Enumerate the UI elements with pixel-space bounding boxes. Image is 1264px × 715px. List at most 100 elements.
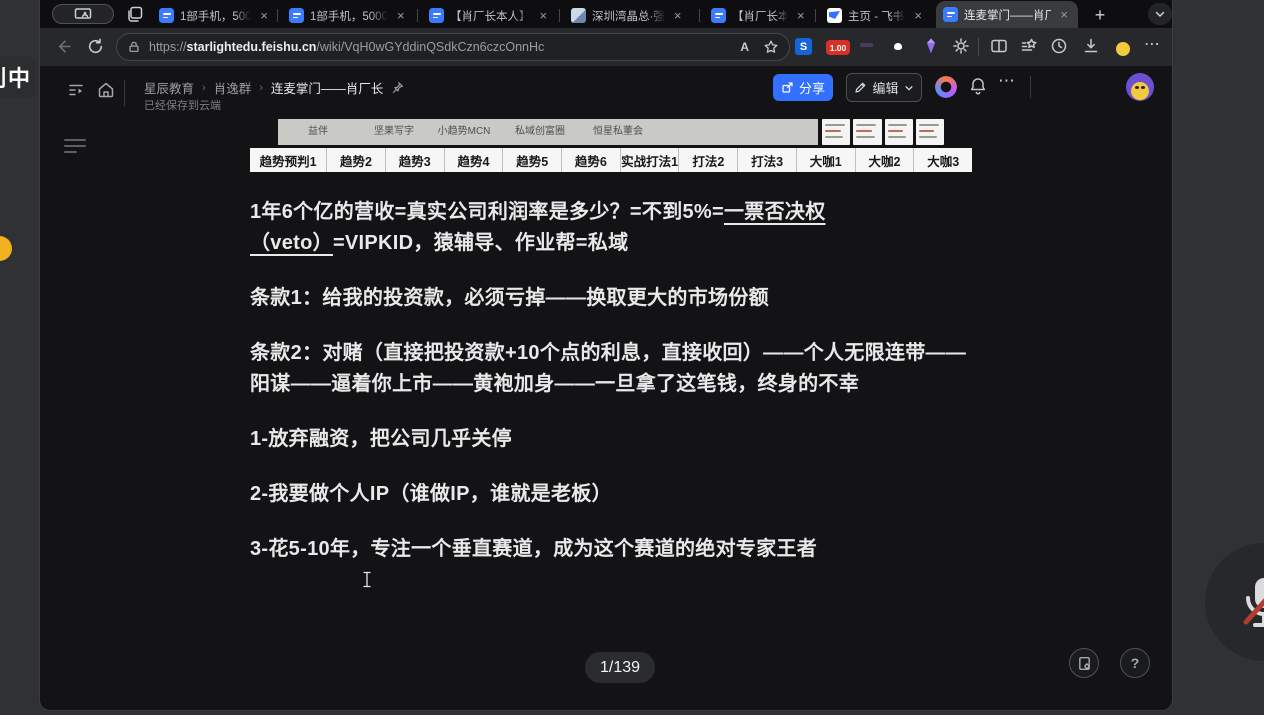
strip-label: 私域创富圈	[515, 122, 565, 137]
doc-tab-cell[interactable]: 大咖2	[856, 148, 915, 172]
favorite-star-icon[interactable]	[763, 39, 779, 55]
tab-close-button[interactable]: ×	[671, 8, 685, 23]
browser-tab-1[interactable]: 1部手机，5000 ×	[152, 3, 278, 28]
tab-title: 1部手机，5000	[310, 8, 388, 24]
share-button[interactable]: 分享	[773, 74, 833, 101]
recording-status-label: 刂中	[0, 61, 31, 93]
pin-icon[interactable]	[391, 81, 404, 94]
workspaces-button[interactable]	[126, 5, 144, 23]
chevron-down-icon	[904, 83, 914, 93]
floating-dot-overlay[interactable]	[0, 236, 12, 261]
document-canvas[interactable]: 益伴 坚果写字 小趋势MCN 私域创富圈 恒星私董会 趋势预判1 趋势2 趋势3…	[250, 119, 972, 589]
read-aloud-button[interactable]: A	[740, 40, 749, 54]
doc-tab-cell[interactable]: 趋势3	[386, 148, 445, 172]
toolbar-divider	[978, 38, 979, 56]
doc-tab-cell[interactable]: 趋势5	[503, 148, 562, 172]
paragraph-1[interactable]: 1年6个亿的营收=真实公司利润率是多少？=不到5%=一票否决权（veto）=VI…	[250, 197, 972, 259]
help-button[interactable]: ?	[1120, 648, 1150, 678]
doc-tab-cell[interactable]: 趋势6	[562, 148, 621, 172]
browser-menu-button[interactable]: ⋯	[1144, 34, 1160, 54]
extensions-menu-button[interactable]	[952, 37, 970, 55]
gradient-ring-icon[interactable]	[935, 76, 957, 98]
breadcrumb-folder[interactable]: 肖逸群	[214, 78, 252, 97]
tab-close-button[interactable]: ×	[794, 8, 808, 23]
page-settings-button[interactable]	[1069, 648, 1099, 678]
image-favicon	[571, 8, 586, 23]
doc-tab-cell[interactable]: 大咖3	[914, 148, 972, 172]
lock-icon	[127, 40, 141, 54]
split-screen-icon	[990, 37, 1008, 55]
doc-tab-cell[interactable]: 打法2	[679, 148, 738, 172]
strip-label: 小趋势MCN	[438, 122, 491, 137]
doc-tab-cell[interactable]: 大咖1	[797, 148, 856, 172]
tab-close-button[interactable]: ×	[1057, 7, 1071, 22]
document-outline-button[interactable]	[64, 139, 88, 153]
paragraph-5[interactable]: 2-我要做个人IP（谁做IP，谁就是老板）	[250, 479, 972, 510]
thumbnail-image[interactable]	[853, 119, 881, 145]
tab-search-dropdown[interactable]	[1148, 3, 1172, 25]
document-body[interactable]: 1年6个亿的营收=真实公司利润率是多少？=不到5%=一票否决权（veto）=VI…	[250, 197, 972, 565]
extension-gem[interactable]	[922, 37, 940, 60]
doc-tab-cell[interactable]: 趋势预判1	[250, 148, 327, 172]
price-badge-icon: 1.00	[826, 40, 850, 55]
browser-tab-2[interactable]: 1部手机，5000 ×	[282, 3, 418, 28]
history-clock-icon	[1050, 37, 1068, 55]
pencil-icon	[854, 81, 867, 94]
url-path: /wiki/VqH0wGYddinQSdkCzn6czcOnnHc	[316, 40, 544, 54]
back-button[interactable]	[54, 37, 73, 56]
thumbnail-image[interactable]	[885, 119, 913, 145]
split-screen-button[interactable]	[990, 37, 1008, 55]
microphone-muted-overlay[interactable]	[1205, 543, 1264, 661]
history-button[interactable]	[1050, 37, 1068, 55]
browser-tab-3[interactable]: 【肖厂长本人】 ×	[422, 3, 560, 28]
paragraph-6[interactable]: 3-花5-10年，专注一个垂直赛道，成为这个赛道的绝对专家王者	[250, 534, 972, 565]
document-tab-row: 趋势预判1 趋势2 趋势3 趋势4 趋势5 趋势6 实战打法1 打法2 打法3 …	[250, 148, 972, 172]
address-bar[interactable]: https://starlightedu.feishu.cn/wiki/VqH0…	[116, 33, 790, 61]
paragraph-2[interactable]: 条款1：给我的投资款，必须亏掉——换取更大的市场份额	[250, 283, 972, 314]
thumbnail-image[interactable]	[822, 119, 850, 145]
downloads-button[interactable]	[1082, 37, 1100, 55]
screen: 刂中 1部手机，5000 × 1部手机，5000 ×	[0, 0, 1264, 715]
paragraph-4[interactable]: 1-放弃融资，把公司几乎关停	[250, 424, 972, 455]
browser-tab-active[interactable]: 连麦掌门——肖厂 ×	[936, 1, 1078, 28]
browser-tab-5[interactable]: 【肖厂长本人】 ×	[704, 3, 816, 28]
embedded-image-row[interactable]: 益伴 坚果写字 小趋势MCN 私域创富圈 恒星私董会	[250, 119, 972, 146]
toggle-sidebar-button[interactable]	[66, 80, 86, 100]
tab-strip: 1部手机，5000 × 1部手机，5000 × 【肖厂长本人】 × 深圳湾晶总·…	[40, 0, 1172, 28]
screen-share-indicator[interactable]	[52, 4, 114, 24]
url-scheme: https://	[149, 40, 187, 54]
doc-tab-cell[interactable]: 打法3	[738, 148, 797, 172]
extension-s[interactable]: S	[795, 38, 812, 55]
tab-close-button[interactable]: ×	[537, 8, 551, 23]
favorites-button[interactable]	[1020, 37, 1038, 55]
new-tab-button[interactable]: +	[1088, 4, 1112, 26]
tab-title: 主页 - 飞书云文档	[848, 8, 905, 24]
browser-toolbar: https://starlightedu.feishu.cn/wiki/VqH0…	[40, 28, 1172, 66]
tab-title: 【肖厂长本人】	[732, 8, 788, 24]
browser-tab-4[interactable]: 深圳湾晶总·强 ×	[564, 3, 700, 28]
browser-tab-6[interactable]: 主页 - 飞书云文档 ×	[820, 3, 932, 28]
extension-badge[interactable]: 1.00	[826, 40, 850, 55]
doc-tab-cell[interactable]: 趋势2	[327, 148, 386, 172]
doc-tab-cell[interactable]: 实战打法1	[621, 148, 680, 172]
tab-close-button[interactable]: ×	[394, 8, 408, 23]
edit-button[interactable]: 编辑	[846, 73, 922, 102]
notifications-button[interactable]	[968, 76, 988, 96]
breadcrumb-current-doc[interactable]: 连麦掌门——肖厂长	[271, 78, 384, 97]
tab-close-button[interactable]: ×	[257, 8, 271, 23]
user-avatar[interactable]	[1126, 73, 1154, 101]
paragraph-3[interactable]: 条款2：对赌（直接把投资款+10个点的利息，直接收回）——个人无限连带——阳谋—…	[250, 338, 972, 400]
stacked-squares-icon	[126, 5, 144, 23]
tab-close-button[interactable]: ×	[911, 8, 925, 23]
refresh-button[interactable]	[86, 37, 105, 56]
more-actions-button[interactable]: ⋯	[998, 71, 1015, 91]
doc-favicon	[429, 8, 444, 23]
gem-icon	[922, 37, 940, 55]
thumbnail-images[interactable]	[822, 119, 944, 145]
home-icon	[96, 80, 116, 100]
thumbnail-image[interactable]	[916, 119, 944, 145]
home-button[interactable]	[96, 80, 116, 100]
embedded-table-image[interactable]: 益伴 坚果写字 小趋势MCN 私域创富圈 恒星私董会	[278, 119, 818, 145]
breadcrumb-space[interactable]: 星辰教育	[144, 78, 194, 97]
doc-tab-cell[interactable]: 趋势4	[445, 148, 504, 172]
